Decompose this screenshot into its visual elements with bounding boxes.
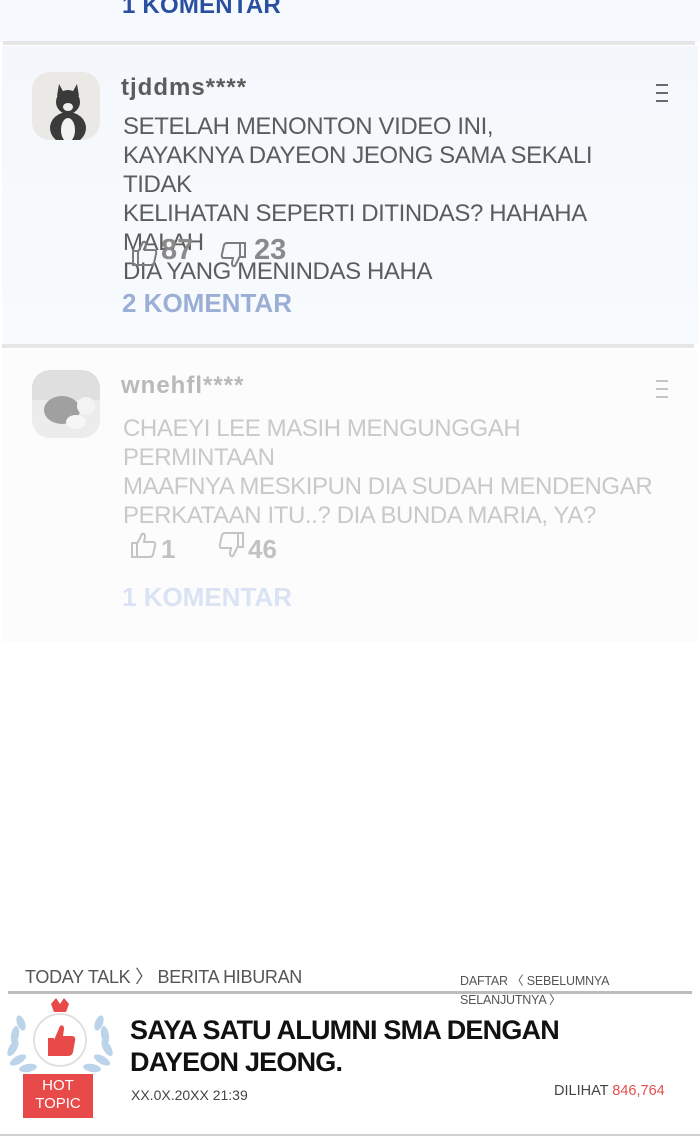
post-title: SAYA SATU ALUMNI SMA DENGAN DAYEON JEONG… [130, 1014, 570, 1078]
comment-text-line: CHAEYI LEE MASIH MENGUNGGAH PERMINTAAN [123, 415, 521, 471]
reply-count-link[interactable]: 2 KOMENTAR [122, 288, 292, 319]
header-divider [8, 991, 692, 994]
reply-count-link[interactable]: 1 KOMENTAR [122, 582, 292, 613]
reply-count-link[interactable]: 1 KOMENTAR [122, 0, 281, 20]
laurel-badge-icon [7, 998, 113, 1073]
badge-line: TOPIC [35, 1095, 81, 1112]
post-title-line: DAYEON JEONG. [130, 1047, 343, 1077]
comment-text: SETELAH MENONTON VIDEO INI, KAYAKNYA DAY… [123, 112, 663, 286]
comment-text-line: DIA YANG MENINDAS HAHA [123, 258, 433, 285]
comment-divider [3, 41, 695, 45]
comment-text-line: SETELAH MENONTON VIDEO INI, [123, 113, 494, 140]
footer-divider [0, 1134, 700, 1136]
breadcrumb-separator: 〉 [135, 967, 153, 987]
comment-divider [2, 344, 694, 348]
thumbs-up-icon[interactable] [130, 238, 160, 268]
breadcrumb: TODAY TALK 〉 BERITA HIBURAN [25, 963, 302, 989]
comment-username: wnehfl**** [121, 372, 245, 399]
comment-card: wnehfl**** CHAEYI LEE MASIH MENGUNGGAH P… [2, 350, 698, 642]
badge-line: HOT [42, 1077, 74, 1094]
post-date: XX.0X.20XX 21:39 [131, 1087, 248, 1103]
breadcrumb-section[interactable]: TODAY TALK [25, 967, 131, 987]
avatar[interactable] [32, 370, 100, 438]
hot-topic-badge: HOT TOPIC [23, 1074, 93, 1118]
post-title-line: SAYA SATU ALUMNI SMA DENGAN [130, 1015, 560, 1045]
comment-text-line: MAAFNYA MESKIPUN DIA SUDAH MENDENGAR [123, 473, 653, 500]
previous-link[interactable]: 〈 SEBELUMNYA [511, 974, 609, 988]
comment-text-line: KELIHATAN SEPERTI DITINDAS? HAHAHA MALAH [123, 200, 586, 256]
view-count: DILIHAT 846,764 [554, 1083, 665, 1099]
comment-text: CHAEYI LEE MASIH MENGUNGGAH PERMINTAAN M… [123, 414, 663, 530]
breadcrumb-category[interactable]: BERITA HIBURAN [158, 967, 303, 987]
menu-icon[interactable] [656, 84, 670, 108]
list-link[interactable]: DAFTAR [460, 974, 508, 988]
dislike-count: 46 [248, 534, 277, 564]
previous-comment-strip [0, 0, 700, 42]
comment-username: tjddms**** [121, 74, 248, 101]
avatar[interactable] [32, 72, 100, 140]
views-number: 846,764 [612, 1083, 665, 1099]
comment-card: tjddms**** SETELAH MENONTON VIDEO INI, K… [2, 46, 698, 344]
like-count: 1 [161, 534, 176, 564]
views-label: DILIHAT [554, 1083, 609, 1099]
dislike-count: 23 [254, 234, 287, 266]
thumbs-down-icon[interactable] [216, 530, 246, 560]
post-navigation: DAFTAR 〈 SEBELUMNYA SELANJUTNYA 〉 [460, 970, 700, 1008]
next-link[interactable]: SELANJUTNYA 〉 [460, 993, 562, 1007]
menu-icon[interactable] [656, 380, 670, 404]
thumbs-down-icon[interactable] [218, 240, 248, 270]
comment-text-line: KAYAKNYA DAYEON JEONG SAMA SEKALI TIDAK [123, 142, 593, 198]
thumbs-up-icon[interactable] [129, 530, 159, 560]
comment-text-line: PERKATAAN ITU..? DIA BUNDA MARIA, YA? [123, 502, 596, 529]
like-count: 87 [161, 234, 194, 266]
